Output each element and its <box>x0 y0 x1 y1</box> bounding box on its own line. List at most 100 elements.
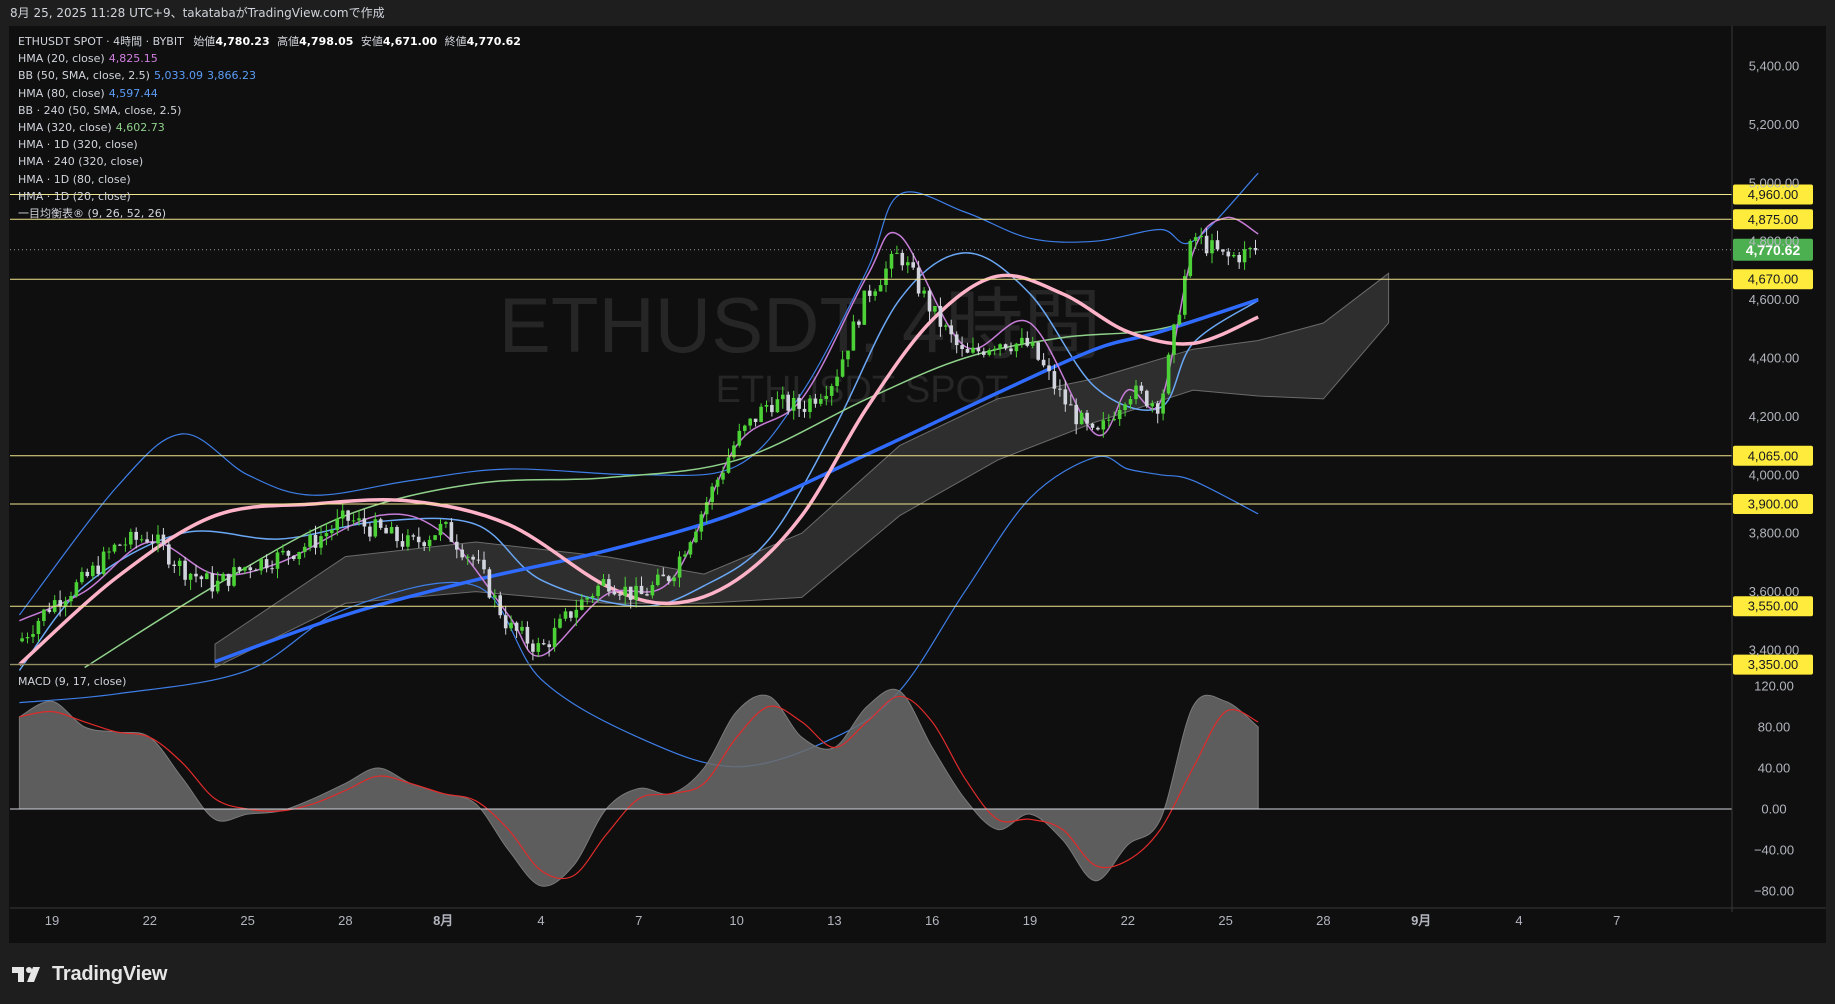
candle <box>275 549 280 579</box>
date-tick-label: 7 <box>1613 913 1620 928</box>
legend-symbol-row: ETHUSDT SPOT · 4時間 · BYBIT 始値4,780.23 高値… <box>18 33 521 50</box>
candle <box>226 573 231 592</box>
macd-tick-label: 40.00 <box>1758 761 1791 776</box>
candle <box>183 557 187 586</box>
candle <box>210 566 215 599</box>
legend-indicators: HMA (20, close) 4,825.15 BB (50, SMA, clos… <box>18 50 521 222</box>
candle <box>319 526 323 555</box>
legend-indicator-row[interactable]: HMA (20, close) 4,825.15 <box>18 50 521 67</box>
candle <box>552 618 557 652</box>
candle <box>715 477 720 495</box>
candle <box>292 555 296 561</box>
candle <box>1199 227 1203 245</box>
candle <box>889 250 894 278</box>
macd-tick-label: −80.00 <box>1754 884 1794 899</box>
date-tick-label: 16 <box>925 913 939 928</box>
legend-high-label: 高値 <box>277 35 300 48</box>
candle <box>688 540 693 558</box>
candle <box>259 558 263 575</box>
candle <box>25 632 30 644</box>
candle <box>721 466 725 485</box>
candle <box>1232 252 1236 258</box>
date-tick-label: 28 <box>338 913 352 928</box>
candle <box>145 531 149 544</box>
level-tag-label: 3,350.00 <box>1748 657 1799 672</box>
candle <box>547 640 551 657</box>
legend-close: 4,770.62 <box>466 35 521 48</box>
candle <box>52 595 57 614</box>
legend-indicator-name: HMA · 1D (80, close) <box>18 172 131 186</box>
candle <box>753 418 758 427</box>
candle <box>199 575 204 588</box>
candle <box>520 620 524 635</box>
candle <box>270 560 274 574</box>
price-tick-label: 4,600.00 <box>1749 292 1800 307</box>
candle <box>569 610 573 622</box>
candle <box>1036 341 1040 362</box>
legend-close-label: 終値 <box>444 35 467 48</box>
candle <box>36 618 41 642</box>
candle <box>129 528 133 549</box>
candle <box>1161 389 1165 421</box>
candle <box>395 525 399 548</box>
level-tag-label: 4,670.00 <box>1748 272 1799 287</box>
legend-low: 4,671.00 <box>382 35 438 48</box>
candle <box>167 541 171 569</box>
candle <box>1210 233 1214 264</box>
candle <box>232 558 236 588</box>
candle <box>134 527 138 549</box>
candle <box>514 621 519 638</box>
candle <box>732 441 736 460</box>
date-tick-label: 28 <box>1316 913 1330 928</box>
candle <box>139 534 144 543</box>
legend-indicator-name: 一目均衡表® (9, 26, 52, 26) <box>18 207 167 221</box>
level-tag-label: 4,065.00 <box>1748 448 1799 463</box>
candle <box>112 543 117 554</box>
candle <box>541 639 546 646</box>
legend-indicator-row[interactable]: HMA (80, close) 4,597.44 <box>18 85 521 102</box>
candle <box>85 568 90 578</box>
horizontal-level[interactable]: 3,350.00 <box>10 654 1813 675</box>
legend-open: 4,780.23 <box>215 35 270 48</box>
legend-indicator-name: HMA · 1D (320, close) <box>18 138 138 152</box>
candle <box>1248 246 1252 258</box>
legend-indicator-value: 4,825.15 <box>108 52 158 66</box>
candle <box>487 567 492 599</box>
candle <box>1123 402 1127 417</box>
macd-tick-label: 120.00 <box>1754 679 1794 694</box>
date-tick-label: 10 <box>729 913 743 928</box>
candle <box>737 423 742 448</box>
candle <box>123 537 128 552</box>
candle <box>1166 352 1171 395</box>
level-tag-label: 4,875.00 <box>1748 212 1799 227</box>
candle <box>362 509 367 534</box>
watermark-sub: ETHUSDT SPOT <box>716 369 1009 411</box>
legend-indicator-row[interactable]: BB · 240 (50, SMA, close, 2.5) <box>18 102 521 119</box>
legend-indicator-name: HMA · 240 (320, close) <box>18 155 144 169</box>
price-tick-label: 3,600.00 <box>1749 584 1800 599</box>
candle <box>438 519 443 541</box>
candle <box>69 591 73 607</box>
legend-indicator-row[interactable]: HMA · 1D (320, close) <box>18 136 521 153</box>
candle <box>1226 248 1231 266</box>
legend-indicator-row[interactable]: HMA · 1D (80, close) <box>18 171 521 188</box>
candle <box>286 550 291 565</box>
macd-tick-label: 80.00 <box>1758 720 1791 735</box>
price-tick-label: 5,000.00 <box>1749 175 1800 190</box>
legend-indicator-row[interactable]: HMA · 1D (20, close) <box>18 188 521 205</box>
candle <box>302 543 307 558</box>
legend-indicator-row[interactable]: HMA · 240 (320, close) <box>18 153 521 170</box>
tradingview-logo[interactable]: TradingView <box>12 962 167 986</box>
tradingview-logo-text: TradingView <box>52 962 168 985</box>
price-tick-label: 4,200.00 <box>1749 409 1800 424</box>
candle <box>118 543 122 546</box>
legend-indicator-value: 4,597.44 <box>108 86 158 100</box>
candle <box>1204 228 1209 257</box>
legend-indicator-name: BB (50, SMA, close, 2.5) <box>18 69 150 83</box>
candle <box>1188 239 1193 278</box>
candle <box>340 504 345 527</box>
legend-indicator-row[interactable]: BB (50, SMA, close, 2.5) 5,033.09 3,866.23 <box>18 67 521 84</box>
candle <box>389 521 394 534</box>
legend-indicator-row[interactable]: HMA (320, close) 4,602.73 <box>18 119 521 136</box>
legend-indicator-row[interactable]: 一目均衡表® (9, 26, 52, 26) <box>18 205 521 222</box>
